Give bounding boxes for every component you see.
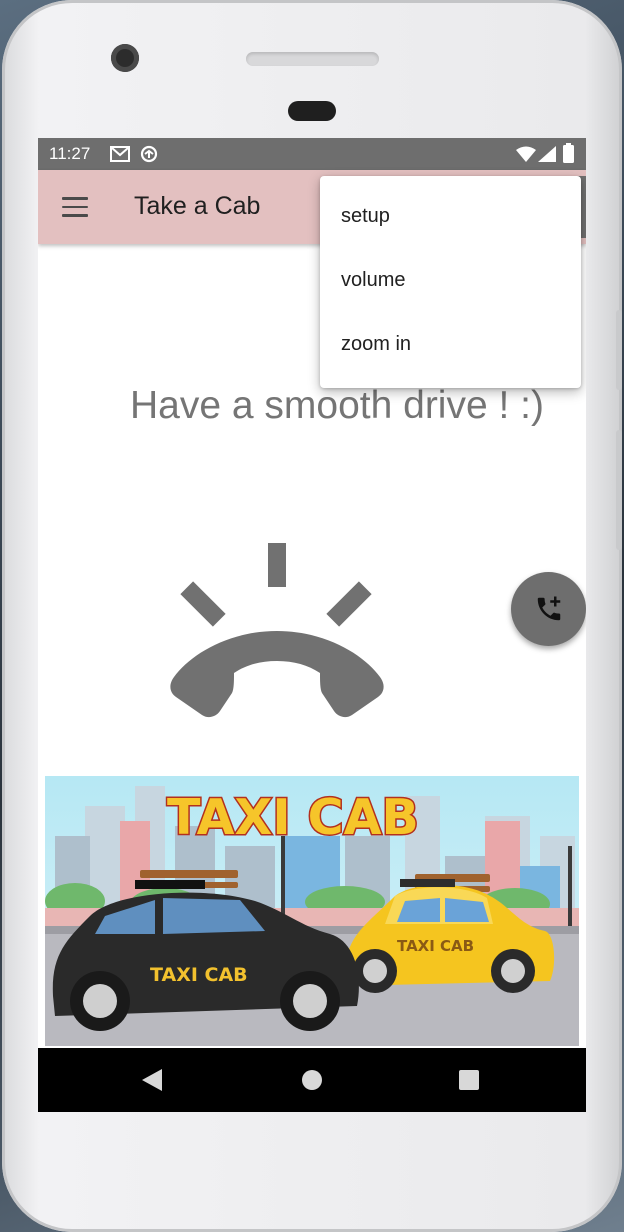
add-call-fab[interactable]	[511, 572, 586, 646]
status-bar: 11:27	[38, 138, 586, 170]
menu-item-setup[interactable]: setup	[320, 184, 581, 248]
sync-icon	[140, 145, 158, 163]
banner-heading: TAXI CAB	[167, 789, 419, 846]
signal-icon	[538, 146, 556, 162]
overflow-popup-menu: setup volume zoom in	[320, 176, 581, 388]
gmail-icon	[110, 146, 130, 162]
wifi-icon	[516, 146, 536, 162]
status-time: 11:27	[49, 144, 91, 163]
taxi-cab-banner: TAXI CAB TAXI CAB TAXI CAB	[45, 776, 579, 1046]
volume-button	[616, 310, 622, 390]
back-icon[interactable]	[142, 1069, 162, 1091]
recents-icon[interactable]	[459, 1070, 479, 1090]
home-icon[interactable]	[302, 1070, 322, 1090]
black-car-label: TAXI CAB	[150, 964, 248, 986]
system-nav-bar	[38, 1048, 586, 1112]
app-title: Take a Cab	[134, 192, 261, 220]
earpiece-speaker	[246, 52, 379, 66]
greeting-message: Have a smooth drive ! :)	[130, 384, 544, 427]
battery-icon	[563, 143, 574, 163]
front-camera	[111, 44, 139, 72]
phone-frame: 11:27 Take a Cab Have a smooth drive !:…	[2, 0, 622, 1232]
menu-item-zoom-in[interactable]: zoom in	[320, 312, 581, 376]
yellow-car-label: TAXI CAB	[397, 937, 474, 955]
screen: 11:27 Take a Cab Have a smooth drive !:…	[38, 138, 586, 1112]
hamburger-menu-icon[interactable]	[62, 197, 88, 217]
power-button	[616, 430, 622, 550]
add-call-icon	[537, 596, 561, 621]
ringing-phone-icon	[170, 543, 384, 718]
menu-item-volume[interactable]: volume	[320, 248, 581, 312]
proximity-sensor	[288, 101, 336, 121]
